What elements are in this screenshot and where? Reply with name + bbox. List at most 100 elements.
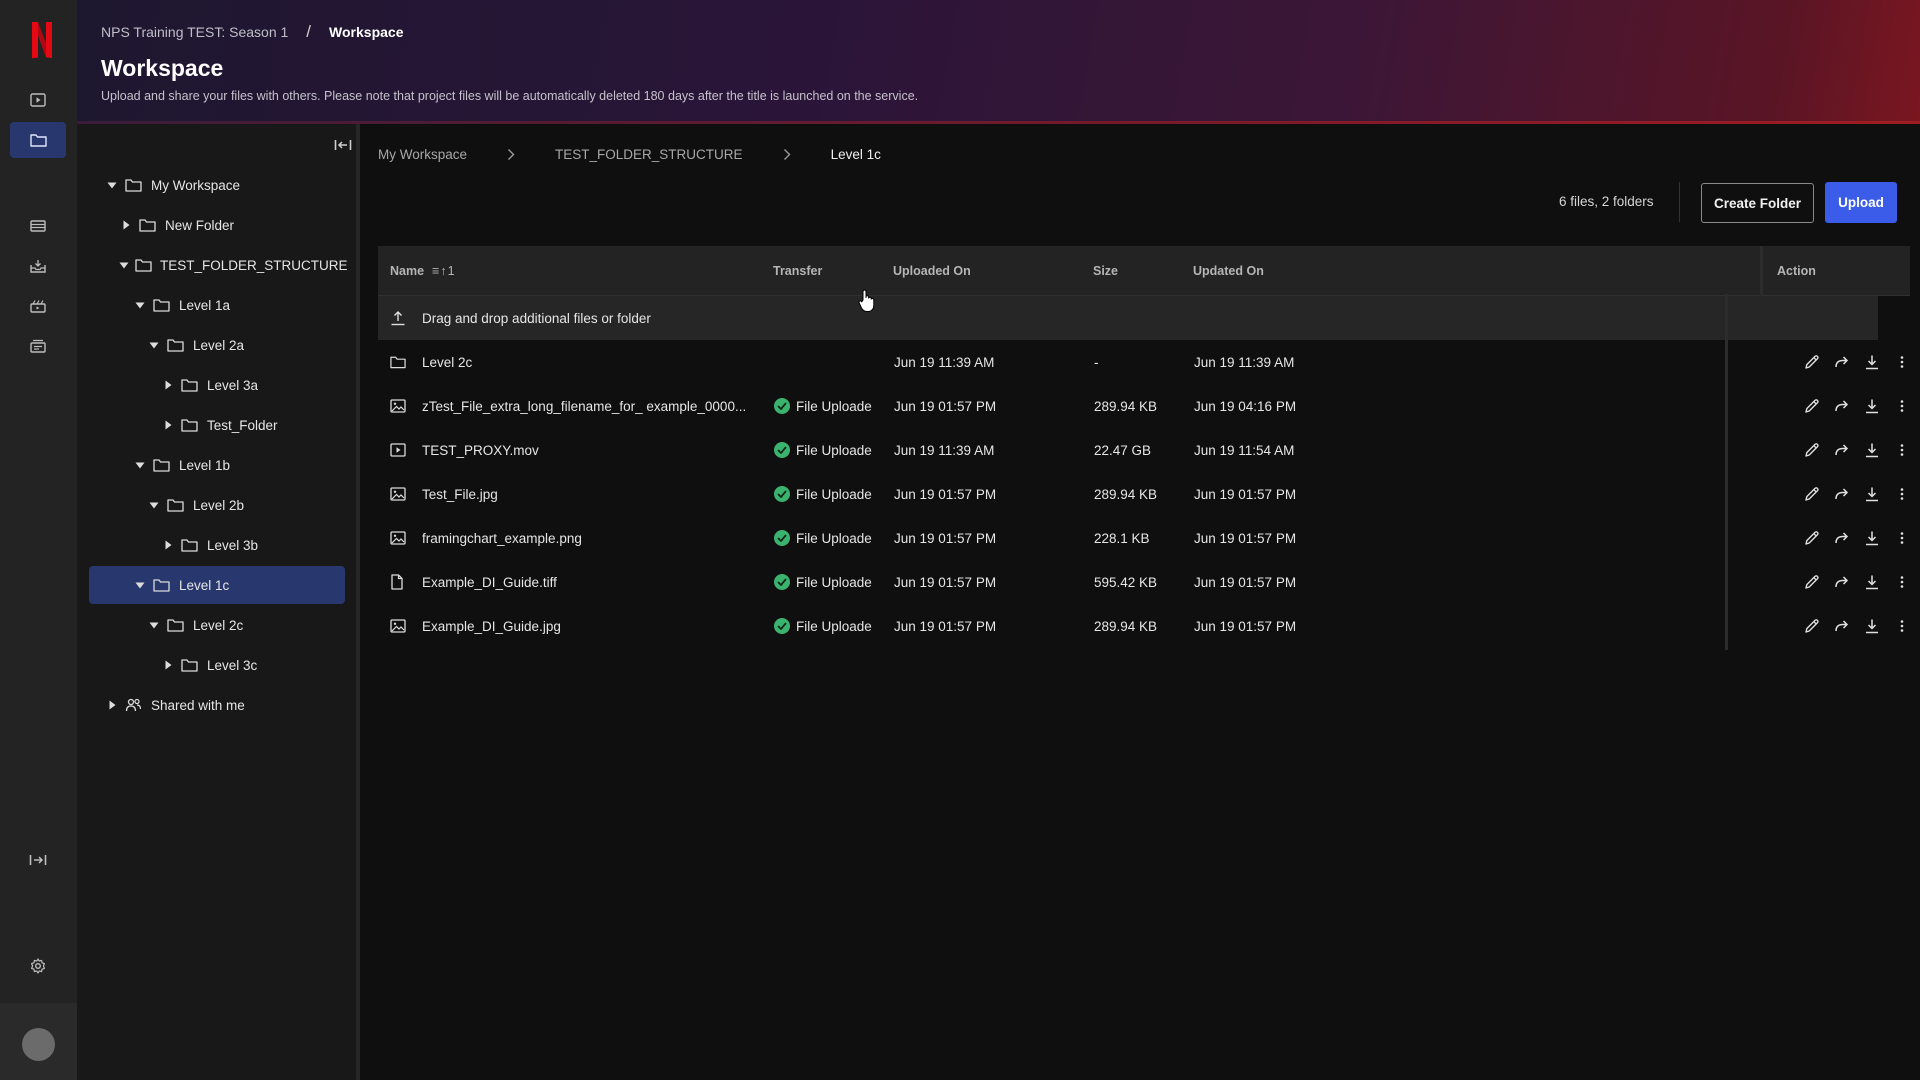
rename-button[interactable] — [1803, 441, 1821, 459]
tree-item-level-1c[interactable]: Level 1c — [89, 566, 345, 604]
collapse-panel-button[interactable] — [330, 134, 356, 156]
tree-item-level-3a[interactable]: Level 3a — [89, 366, 345, 404]
rename-button[interactable] — [1803, 573, 1821, 591]
caret-right-icon[interactable] — [161, 658, 175, 672]
tree-item-test-folder[interactable]: Test_Folder — [89, 406, 345, 444]
column-size-header[interactable]: Size — [1093, 246, 1118, 296]
create-folder-button[interactable]: Create Folder — [1701, 183, 1814, 223]
rename-button[interactable] — [1803, 353, 1821, 371]
caret-right-icon[interactable] — [161, 538, 175, 552]
rename-button[interactable] — [1803, 617, 1821, 635]
caret-right-icon[interactable] — [105, 698, 119, 712]
caret-right-icon[interactable] — [119, 218, 133, 232]
tree-item-level-2b[interactable]: Level 2b — [89, 486, 345, 524]
tree-item-level-2a[interactable]: Level 2a — [89, 326, 345, 364]
caret-right-icon[interactable] — [161, 418, 175, 432]
rail-media-button[interactable] — [10, 208, 66, 244]
column-transfer-header[interactable]: Transfer — [773, 246, 822, 296]
caret-down-icon[interactable] — [147, 498, 161, 512]
tree-item-my-workspace[interactable]: My Workspace — [89, 166, 345, 204]
table-row[interactable]: TEST_PROXY.mov File Uploade Jun 19 11:39 A… — [378, 428, 1904, 472]
rail-expand-button[interactable] — [10, 842, 66, 878]
rail-inbox-button[interactable] — [10, 248, 66, 284]
download-button[interactable] — [1863, 485, 1881, 503]
tree-item-new-folder[interactable]: New Folder — [89, 206, 345, 244]
rename-button[interactable] — [1803, 485, 1821, 503]
caret-down-icon[interactable] — [133, 578, 147, 592]
download-button[interactable] — [1863, 573, 1881, 591]
tree-item-test-folder-structure[interactable]: TEST_FOLDER_STRUCTURE — [89, 246, 348, 284]
more-vertical-icon — [1899, 530, 1905, 546]
rename-button[interactable] — [1803, 529, 1821, 547]
tree-item-level-2c[interactable]: Level 2c — [89, 606, 345, 644]
table-row[interactable]: zTest_File_extra_long_filename_for_ exam… — [378, 384, 1904, 428]
more-options-button[interactable] — [1893, 397, 1911, 415]
more-vertical-icon — [1899, 574, 1905, 590]
caret-right-icon[interactable] — [161, 378, 175, 392]
caret-down-icon[interactable] — [119, 258, 129, 272]
table-row[interactable]: framingchart_example.png File Uploade Jun … — [378, 516, 1904, 560]
caret-down-icon[interactable] — [133, 298, 147, 312]
share-button[interactable] — [1833, 485, 1851, 503]
download-button[interactable] — [1863, 441, 1881, 459]
share-button[interactable] — [1833, 353, 1851, 371]
file-name-cell[interactable]: Test_File.jpg — [378, 472, 758, 516]
netflix-logo-icon[interactable] — [29, 20, 55, 60]
more-vertical-icon — [1899, 618, 1905, 634]
tree-item-level-1b[interactable]: Level 1b — [89, 446, 345, 484]
rail-play-button[interactable] — [10, 82, 66, 118]
more-options-button[interactable] — [1893, 529, 1911, 547]
download-button[interactable] — [1863, 353, 1881, 371]
rail-review-button[interactable] — [10, 288, 66, 324]
more-options-button[interactable] — [1893, 441, 1911, 459]
tree-item-shared-with-me[interactable]: Shared with me — [89, 686, 345, 724]
table-row[interactable]: Test_File.jpg File Uploade Jun 19 01:57 PM… — [378, 472, 1904, 516]
table-row[interactable]: Example_DI_Guide.tiff File Uploade Jun 19 … — [378, 560, 1904, 604]
rail-settings-button[interactable] — [10, 948, 66, 984]
share-button[interactable] — [1833, 617, 1851, 635]
tree-item-level-3c[interactable]: Level 3c — [89, 646, 345, 684]
avatar[interactable] — [22, 1028, 55, 1061]
upload-button[interactable]: Upload — [1825, 182, 1897, 223]
file-name-cell[interactable]: TEST_PROXY.mov — [378, 428, 758, 472]
more-options-button[interactable] — [1893, 353, 1911, 371]
column-uploaded-header[interactable]: Uploaded On — [893, 246, 971, 296]
project-link[interactable]: NPS Training TEST: Season 1 — [101, 24, 288, 40]
breadcrumb-test-folder-structure[interactable]: TEST_FOLDER_STRUCTURE — [555, 147, 743, 162]
file-name-cell[interactable]: zTest_File_extra_long_filename_for_ exam… — [378, 384, 758, 428]
file-name-cell[interactable]: Example_DI_Guide.tiff — [378, 560, 758, 604]
share-button[interactable] — [1833, 573, 1851, 591]
rail-workspace-button[interactable] — [10, 122, 66, 158]
caret-down-icon[interactable] — [133, 458, 147, 472]
uploaded-on-cell: Jun 19 01:57 PM — [894, 398, 997, 414]
rail-delivery-button[interactable] — [10, 328, 66, 364]
uploaded-on-cell: Jun 19 01:57 PM — [894, 574, 997, 590]
tree-item-level-1a[interactable]: Level 1a — [89, 286, 345, 324]
breadcrumb-my-workspace[interactable]: My Workspace — [378, 147, 467, 162]
share-button[interactable] — [1833, 397, 1851, 415]
file-name-cell[interactable]: framingchart_example.png — [378, 516, 758, 560]
table-row[interactable]: Level 2c Jun 19 11:39 AM - Jun 19 11:39 AM — [378, 340, 1904, 384]
download-button[interactable] — [1863, 617, 1881, 635]
caret-down-icon[interactable] — [105, 178, 119, 192]
tree-item-level-3b[interactable]: Level 3b — [89, 526, 345, 564]
sort-icon[interactable]: ≡↑1 — [432, 264, 456, 278]
more-options-button[interactable] — [1893, 617, 1911, 635]
dropzone[interactable]: Drag and drop additional files or folder — [378, 296, 1878, 340]
caret-down-icon[interactable] — [147, 618, 161, 632]
table-row[interactable]: Example_DI_Guide.jpg File Uploade Jun 19 0… — [378, 604, 1904, 648]
download-button[interactable] — [1863, 529, 1881, 547]
column-name-header[interactable]: Name ≡↑1 — [390, 246, 456, 296]
uploaded-on-cell: Jun 19 11:39 AM — [894, 354, 995, 370]
download-button[interactable] — [1863, 397, 1881, 415]
more-options-button[interactable] — [1893, 573, 1911, 591]
column-updated-header[interactable]: Updated On — [1193, 246, 1264, 296]
image-file-icon — [390, 399, 406, 413]
rename-button[interactable] — [1803, 397, 1821, 415]
caret-down-icon[interactable] — [147, 338, 161, 352]
share-button[interactable] — [1833, 441, 1851, 459]
file-name-cell[interactable]: Level 2c — [378, 340, 758, 384]
more-options-button[interactable] — [1893, 485, 1911, 503]
file-name-cell[interactable]: Example_DI_Guide.jpg — [378, 604, 758, 648]
share-button[interactable] — [1833, 529, 1851, 547]
